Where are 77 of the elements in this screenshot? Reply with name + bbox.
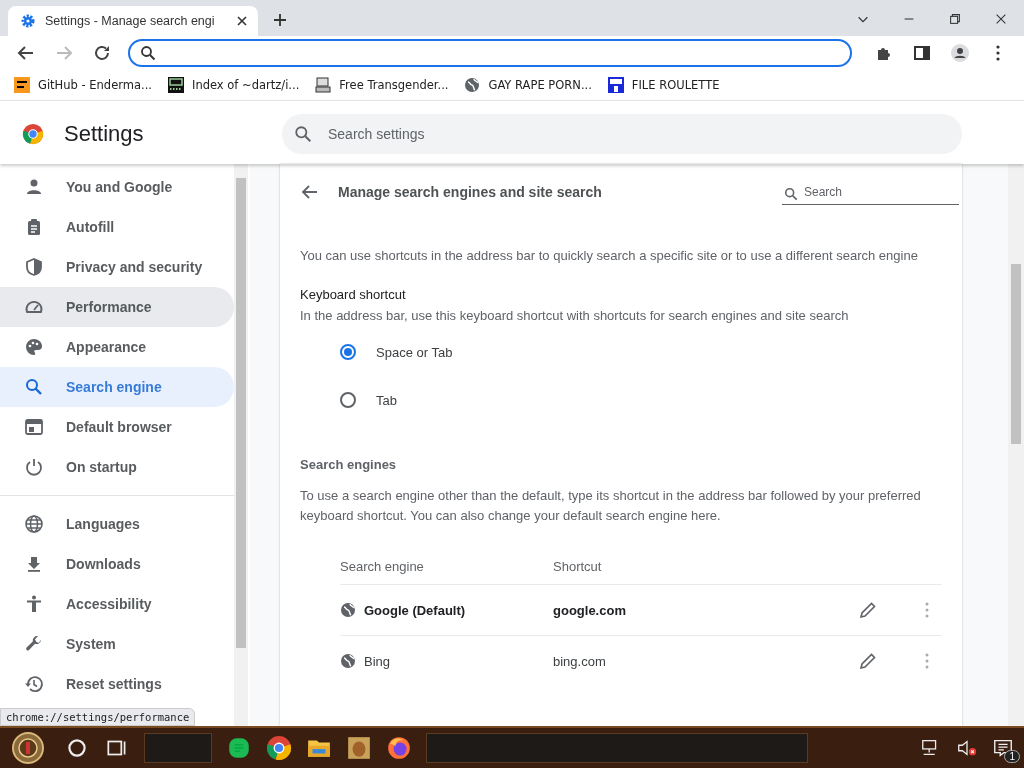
sidebar-item[interactable]: Appearance [0, 327, 234, 367]
bookmark-favicon-icon [168, 77, 184, 93]
bookmark[interactable]: GAY RAPE PORN... [464, 77, 592, 93]
history-icon [24, 674, 44, 694]
sidebar-item[interactable]: Reset settings [0, 664, 234, 704]
address-bar[interactable] [128, 39, 852, 67]
engine-shortcut: bing.com [553, 653, 607, 669]
section-heading: Keyboard shortcut [300, 287, 407, 302]
settings-search-field[interactable]: Search settings [282, 114, 962, 154]
sidebar-item[interactable]: Languages [0, 504, 234, 544]
pencil-icon[interactable] [858, 651, 878, 671]
sidebar-item[interactable]: Autofill [0, 207, 234, 247]
pencil-icon[interactable] [858, 600, 878, 620]
section-description: To use a search engine other than the default, type its shortcut in the address bar followed by your preferred keyboard shortcut. You can also change your default search engine here. [300, 487, 922, 525]
sidebar-item[interactable]: Default browser [0, 407, 234, 447]
column-header: Shortcut [553, 558, 603, 574]
bookmark[interactable]: GitHub - Enderma... [14, 77, 152, 93]
bookmark-favicon-icon [607, 77, 624, 93]
search-icon [24, 377, 44, 397]
notification-badge: 1 [1004, 750, 1020, 763]
close-icon[interactable] [994, 12, 1008, 26]
chrome-logo-icon [22, 123, 44, 145]
globe-icon [464, 77, 481, 93]
bookmark[interactable]: Free Transgender... [315, 77, 449, 93]
sidebar-item[interactable]: System [0, 624, 234, 664]
accessibility-icon [24, 594, 44, 614]
sidebar-item[interactable]: Privacy and security [0, 247, 234, 287]
sidebar-item[interactable]: You and Google [0, 167, 234, 207]
chat-app-icon[interactable] [226, 735, 252, 761]
sidebar-item[interactable]: Search engine [0, 367, 234, 407]
tab-title: Settings - Manage search engi [45, 14, 216, 28]
globe-icon [340, 653, 356, 669]
bookmark-favicon-icon [14, 77, 30, 93]
firefox-icon[interactable] [386, 735, 412, 761]
sidebar-item[interactable]: On startup [0, 447, 234, 487]
taskbar-panel [144, 733, 212, 763]
status-url-tooltip: chrome://settings/performance [0, 708, 196, 726]
search-icon [140, 45, 156, 61]
bookmark[interactable]: FILE ROULETTE [607, 77, 720, 93]
intro-text: You can use shortcuts in the address bar to quickly search a specific site or to use a different search engine [300, 248, 919, 263]
bookmark[interactable]: Index of ~dartz/i... [168, 77, 300, 93]
palette-icon [24, 337, 44, 357]
scrollbar[interactable] [1008, 164, 1024, 726]
restore-icon[interactable] [948, 12, 962, 26]
sidebar-item[interactable]: Downloads [0, 544, 234, 584]
scrollbar[interactable] [234, 164, 248, 726]
browser-icon [24, 417, 44, 437]
browser-tab[interactable]: Settings - Manage search engi [8, 6, 258, 36]
sidebar-item[interactable]: Accessibility [0, 584, 234, 624]
app-icon[interactable] [346, 735, 372, 761]
radio-label: Tab [376, 392, 397, 408]
muted-speaker-icon[interactable] [956, 737, 978, 759]
engine-name: Bing [364, 653, 391, 669]
column-header: Search engine [340, 558, 425, 574]
section-description: In the address bar, use this keyboard shortcut with shortcuts for search engines and site search [300, 308, 850, 323]
radio-button[interactable] [340, 392, 356, 408]
shield-icon [24, 257, 44, 277]
power-icon [24, 457, 44, 477]
sidebar-item[interactable]: Performance [0, 287, 234, 327]
gear-icon [20, 13, 36, 29]
section-heading: Search engines [300, 457, 398, 472]
engine-name: Google (Default) [364, 602, 466, 618]
computer-icon [315, 77, 332, 93]
settings-title: Settings [64, 121, 144, 147]
person-icon [24, 177, 44, 197]
new-tab-icon[interactable] [272, 12, 288, 28]
chrome-icon[interactable] [266, 735, 292, 761]
radio-label: Space or Tab [376, 344, 453, 360]
globe-icon [340, 602, 356, 618]
notification-icon[interactable] [992, 737, 1014, 759]
radio-button[interactable] [340, 344, 356, 360]
globe-icon [24, 514, 44, 534]
search-icon [784, 186, 798, 201]
engine-shortcut: google.com [553, 602, 627, 618]
search-icon [294, 125, 312, 143]
search-field[interactable]: Search [782, 179, 959, 205]
page-title: Manage search engines and site search [338, 184, 602, 200]
